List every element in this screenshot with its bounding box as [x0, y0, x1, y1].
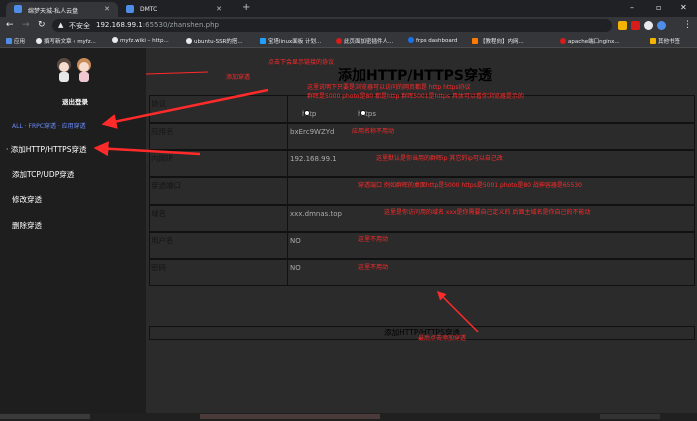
url-text[interactable]: 192.168.99.1:65530/zhanshen.php	[96, 21, 219, 29]
tab-close-icon[interactable]: ✕	[104, 5, 110, 13]
bookmark-item[interactable]: 【教程向】内网...	[472, 37, 524, 45]
logout-link[interactable]: 退出登录	[40, 96, 110, 106]
bookmark-other[interactable]: 其他书签	[650, 37, 680, 45]
appname-input[interactable]: bxErc9WZYd	[290, 124, 694, 149]
port-label: 穿透端口	[151, 181, 181, 190]
bookmark-item[interactable]: apache端口nginx...	[560, 37, 620, 45]
window-close-icon[interactable]: ✕	[680, 3, 687, 12]
bookmark-item[interactable]: 此页面加密插件人...	[336, 37, 393, 45]
form-row-username: 用户名 NO	[149, 232, 695, 259]
annotation-user: 这里不用动	[358, 236, 389, 243]
taskbar	[0, 413, 697, 421]
menu-dots-icon[interactable]: ⋮	[683, 20, 692, 30]
annotation-add-hint: 添加穿透	[226, 74, 251, 81]
username-label: 用户名	[151, 236, 174, 245]
tab-favicon-icon	[126, 5, 134, 13]
annotation-protocol-1: 这里说明下只要是浏览器可以访问的网页都是 http https协议	[307, 84, 471, 91]
annotation-domain: 这里是你访问用的域名 xxx是你需要自己定义的 后面主域名是你自己的不能动	[384, 209, 591, 216]
form-row-password: 密码 NO	[149, 259, 695, 286]
bookmark-item[interactable]: 宝塔linux面板 计划...	[260, 37, 321, 45]
sidebar-item-delete[interactable]: 删除穿透	[12, 220, 42, 231]
form-row-appname: 应用名 bxErc9WZYd	[149, 123, 695, 150]
warning-icon: ▲	[58, 21, 64, 29]
annotation-submit: 最后点击添加穿透	[418, 335, 467, 342]
breadcrumb[interactable]: ALL · FRPC穿透 · 应用穿透	[12, 121, 86, 130]
username-input[interactable]: NO	[290, 233, 694, 258]
bookmark-item[interactable]: frps dashboard	[408, 37, 457, 44]
annotation-nav-hint: 点击下会显示链接的协议	[268, 59, 335, 66]
tab-favicon-icon	[14, 5, 22, 13]
sidebar: 退出登录 ALL · FRPC穿透 · 应用穿透 · 添加HTTP/HTTPS穿…	[0, 48, 146, 413]
address-bar[interactable]: ▲ 不安全 192.168.99.1:65530/zhanshen.php	[52, 19, 612, 32]
bookmark-item[interactable]: ubuntu-SSR的搭...	[186, 37, 243, 45]
back-icon[interactable]: ←	[6, 20, 14, 30]
page-title: 添加HTTP/HTTPS穿透	[338, 68, 492, 84]
forward-icon[interactable]: →	[22, 20, 30, 30]
bookmark-item[interactable]: 撰写新文章 ‹ myfz...	[36, 37, 96, 45]
browser-tab[interactable]: 绵梦天城-私人云盘 ✕	[6, 2, 118, 17]
sidebar-item-add-http[interactable]: · 添加HTTP/HTTPS穿透	[6, 144, 86, 155]
tab-title: DMTC	[140, 6, 158, 13]
sidebar-item-edit[interactable]: 修改穿透	[12, 194, 42, 205]
extension-icon[interactable]	[644, 21, 653, 30]
annotation-app: 应用名称不用动	[352, 128, 395, 135]
extension-icon[interactable]	[618, 21, 627, 30]
password-input[interactable]: NO	[290, 260, 694, 285]
password-label: 密码	[151, 263, 166, 272]
annotation-pass: 这里不用动	[358, 264, 389, 271]
maximize-icon[interactable]: ▫	[656, 3, 661, 12]
proxy-form: 协议 http https 应用名 bxErc9WZYd 内网IP 192.16…	[149, 95, 695, 340]
bookmark-item[interactable]: myfz.wiki – http...	[112, 37, 169, 44]
tab-close-icon[interactable]: ✕	[216, 5, 222, 13]
browser-tab[interactable]: DMTC ✕	[118, 2, 230, 17]
sidebar-item-add-tcp[interactable]: 添加TCP/UDP穿透	[12, 169, 74, 180]
tab-title: 绵梦天城-私人云盘	[28, 8, 79, 15]
domain-label: 域名	[151, 209, 166, 218]
main-content: 添加HTTP/HTTPS穿透 协议 http https 应用名 bxErc9W…	[146, 48, 697, 413]
annotation-port: 穿透端口 例如群晖的桌面http是5000 https是5001 photo是8…	[358, 182, 582, 189]
minimize-icon[interactable]: –	[630, 3, 634, 12]
avatar	[57, 58, 91, 82]
appname-label: 应用名	[151, 127, 174, 136]
ip-label: 内网IP	[151, 154, 173, 163]
security-label: 不安全	[69, 22, 90, 30]
protocol-label: 协议	[151, 99, 166, 108]
annotation-protocol-2: 群晖是5000 photo是80 都是http 群晖5001是https 具体可…	[307, 93, 524, 100]
annotation-ip: 这里默认是你当用的群晖ip 其它的ip可以自己改	[376, 155, 503, 162]
bookmark-apps[interactable]: 应用	[6, 37, 25, 45]
profile-avatar-icon[interactable]	[657, 21, 666, 30]
browser-tab-bar: 绵梦天城-私人云盘 ✕ DMTC ✕ + – ▫ ✕	[0, 0, 697, 17]
address-toolbar: ← → ↻ ▲ 不安全 192.168.99.1:65530/zhanshen.…	[0, 17, 697, 34]
reload-icon[interactable]: ↻	[38, 20, 46, 30]
extension-icon[interactable]	[631, 21, 640, 30]
bookmarks-bar: 应用 撰写新文章 ‹ myfz... myfz.wiki – http... u…	[0, 34, 697, 48]
new-tab-button[interactable]: +	[242, 2, 250, 13]
